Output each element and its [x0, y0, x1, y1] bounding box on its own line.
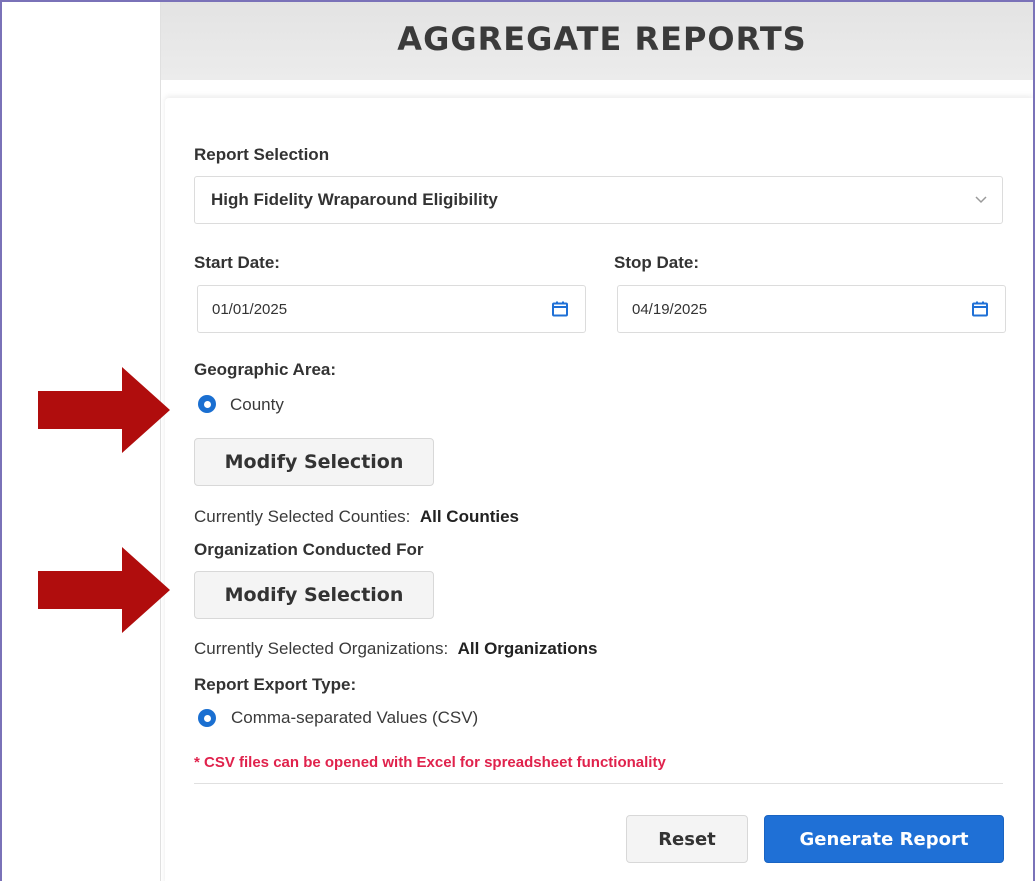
modify-counties-button[interactable]: Modify Selection [194, 438, 434, 486]
csv-radio-label: Comma-separated Values (CSV) [231, 708, 479, 727]
calendar-icon[interactable] [551, 300, 569, 318]
county-radio[interactable] [198, 395, 216, 413]
chevron-down-icon [975, 196, 987, 204]
stop-date-input[interactable]: 04/19/2025 [617, 285, 1006, 333]
generate-report-button[interactable]: Generate Report [764, 815, 1004, 863]
selected-organizations-label: Currently Selected Organizations: [194, 639, 449, 658]
start-date-label: Start Date: [194, 253, 280, 272]
report-selection-value: High Fidelity Wraparound Eligibility [211, 190, 498, 209]
export-type-label: Report Export Type: [194, 675, 357, 694]
reset-button[interactable]: Reset [626, 815, 748, 863]
page-header: AGGREGATE REPORTS [161, 2, 1033, 80]
modify-organizations-button[interactable]: Modify Selection [194, 571, 434, 619]
county-radio-label: County [230, 395, 284, 414]
arrow-right-icon [38, 547, 170, 633]
selected-counties-text: Currently Selected Counties: All Countie… [194, 507, 519, 527]
selected-organizations-text: Currently Selected Organizations: All Or… [194, 639, 597, 659]
start-date-input[interactable]: 01/01/2025 [197, 285, 586, 333]
stop-date-label: Stop Date: [614, 253, 699, 272]
csv-note: * CSV files can be opened with Excel for… [194, 754, 666, 771]
selected-counties-value: All Counties [419, 507, 520, 526]
divider [194, 783, 1003, 784]
geographic-area-label: Geographic Area: [194, 360, 337, 379]
report-selection-label: Report Selection [194, 145, 330, 164]
page-title: AGGREGATE REPORTS [397, 20, 807, 58]
arrow-right-icon [38, 367, 170, 453]
selected-counties-label: Currently Selected Counties: [194, 507, 411, 526]
csv-radio[interactable] [198, 709, 216, 727]
stop-date-value: 04/19/2025 [632, 300, 708, 318]
start-date-value: 01/01/2025 [212, 300, 288, 318]
selected-organizations-value: All Organizations [457, 639, 598, 658]
report-selection-dropdown[interactable]: High Fidelity Wraparound Eligibility [194, 176, 1003, 224]
organization-label: Organization Conducted For [194, 540, 424, 559]
calendar-icon[interactable] [971, 300, 989, 318]
